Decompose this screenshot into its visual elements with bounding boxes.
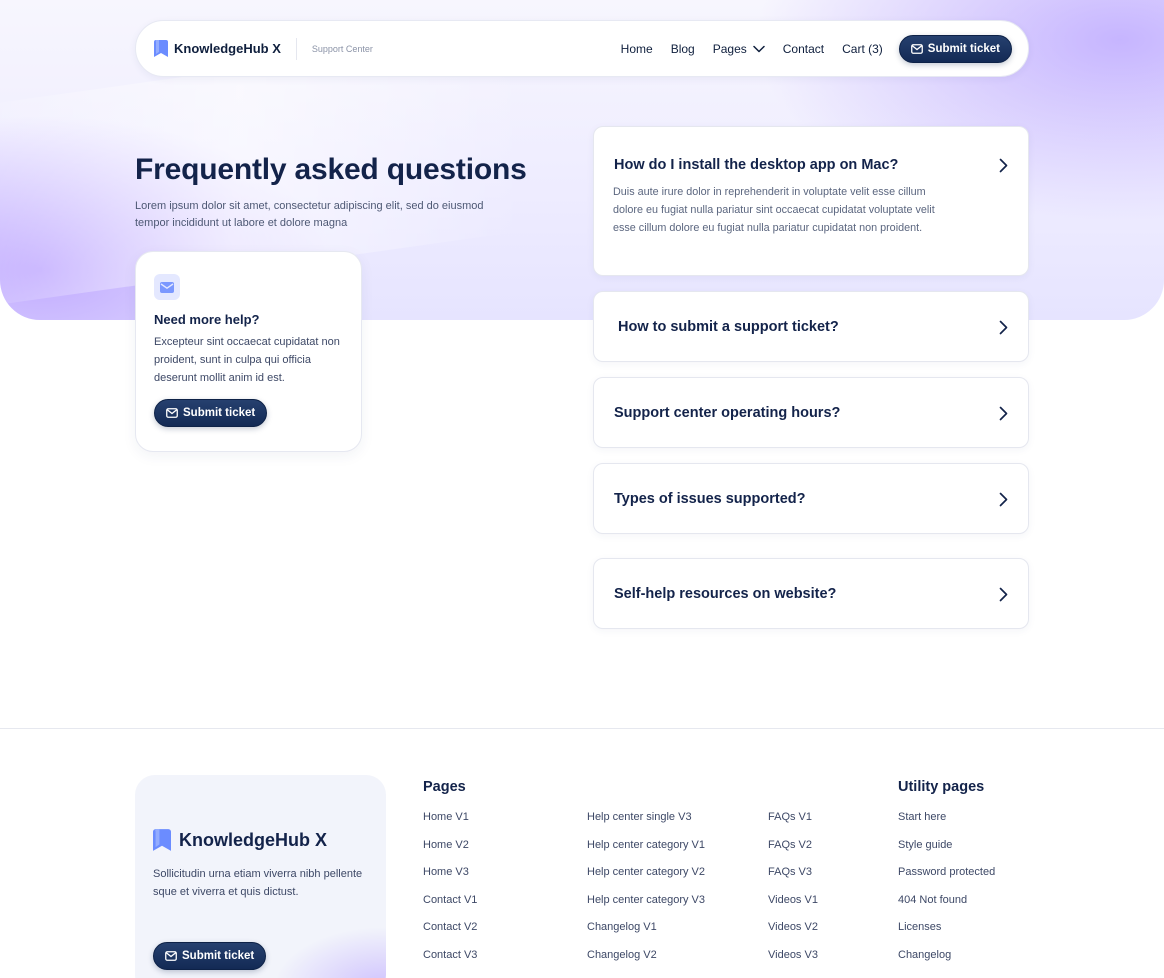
footer-link[interactable]: 404 Not found [898, 893, 995, 921]
footer-link[interactable]: Changelog [898, 948, 995, 976]
footer-brand-card: KnowledgeHub X Sollicitudin urna etiam v… [135, 775, 386, 978]
brand-subtitle: Support Center [311, 43, 373, 54]
footer-link[interactable]: Changelog V2 [587, 948, 705, 976]
mail-icon [910, 43, 923, 54]
help-submit-ticket-button[interactable]: Submit ticket [154, 399, 268, 427]
footer-link[interactable]: Password protected [898, 865, 995, 893]
faq-item-self-help[interactable]: Self-help resources on website? [593, 558, 1029, 629]
footer-link[interactable]: Help center category V2 [587, 865, 705, 893]
footer-pages-column-1: Home V1 Home V2 Home V3 Contact V1 Conta… [423, 810, 477, 976]
nav-link-pages-label: Pages [712, 41, 747, 56]
faq-item-issue-types[interactable]: Types of issues supported? [593, 463, 1029, 534]
faq-answer: Duis aute irure dolor in reprehenderit i… [613, 186, 935, 234]
chevron-right-icon [999, 492, 1008, 507]
footer-link[interactable]: FAQs V1 [768, 810, 818, 838]
brand[interactable]: KnowledgeHub X Support Center [154, 37, 373, 60]
nav-submit-ticket-label: Submit ticket [927, 42, 1000, 55]
footer-pages-column-2: Help center single V3 Help center catego… [587, 810, 705, 976]
footer-link[interactable]: Help center category V3 [587, 893, 705, 921]
footer-link[interactable]: Home V1 [423, 810, 477, 838]
footer-description: Sollicitudin urna etiam viverra nibh pel… [153, 868, 363, 898]
help-submit-ticket-label: Submit ticket [183, 407, 256, 419]
help-card-title: Need more help? [154, 312, 260, 327]
faq-question: Types of issues supported? [614, 491, 806, 507]
help-card-text: Excepteur sint occaecat cupidatat non pr… [154, 336, 340, 384]
nav-link-cart[interactable]: Cart (3) [842, 42, 883, 56]
nav-links: Home Blog Pages Contact Cart (3) [621, 42, 883, 56]
faq-item-submit-ticket[interactable]: How to submit a support ticket? [593, 291, 1029, 362]
footer-link[interactable]: Start here [898, 810, 995, 838]
nav-link-pages[interactable]: Pages [713, 42, 765, 56]
nav-submit-ticket-button[interactable]: Submit ticket [898, 34, 1012, 63]
faq-question: Self-help resources on website? [614, 586, 837, 602]
footer-brand[interactable]: KnowledgeHub X [153, 829, 368, 851]
footer-link[interactable]: Changelog V1 [587, 920, 705, 948]
top-navbar: KnowledgeHub X Support Center Home Blog … [135, 20, 1029, 77]
chevron-right-icon [999, 320, 1008, 335]
faq-question: How to submit a support ticket? [618, 319, 839, 335]
brand-name: KnowledgeHub X [174, 41, 281, 56]
footer-submit-ticket-label: Submit ticket [182, 950, 255, 962]
faq-question: How do I install the desktop app on Mac? [614, 157, 899, 173]
chevron-right-icon [999, 587, 1008, 602]
nav-link-home[interactable]: Home [621, 42, 653, 56]
footer-link[interactable]: FAQs V3 [768, 865, 818, 893]
footer-link[interactable]: Licenses [898, 920, 995, 948]
bookmark-logo-icon [154, 40, 168, 57]
footer-utility-column: Start here Style guide Password protecte… [898, 810, 995, 976]
mail-icon [166, 408, 178, 418]
footer-brand-name: KnowledgeHub X [179, 829, 327, 850]
footer-pages-column-3: FAQs V1 FAQs V2 FAQs V3 Videos V1 Videos… [768, 810, 818, 976]
footer-submit-ticket-button[interactable]: Submit ticket [153, 942, 267, 970]
footer-link[interactable]: Home V2 [423, 838, 477, 866]
footer-link[interactable]: Style guide [898, 838, 995, 866]
footer-link[interactable]: Videos V1 [768, 893, 818, 921]
help-card: Need more help? Excepteur sint occaecat … [135, 251, 362, 452]
faq-item-operating-hours[interactable]: Support center operating hours? [593, 377, 1029, 448]
chevron-down-icon [753, 45, 765, 52]
footer-link[interactable]: Videos V3 [768, 948, 818, 976]
nav-link-contact[interactable]: Contact [783, 42, 824, 56]
footer-link[interactable]: Contact V1 [423, 893, 477, 921]
footer-link[interactable]: Help center single V3 [587, 810, 705, 838]
footer-link[interactable]: Help center category V1 [587, 838, 705, 866]
faq-item-install-mac[interactable]: How do I install the desktop app on Mac?… [593, 126, 1029, 276]
footer-pages-title: Pages [423, 779, 466, 795]
footer-link[interactable]: Contact V3 [423, 948, 477, 976]
chevron-right-icon [999, 406, 1008, 421]
footer-utility-title: Utility pages [898, 779, 985, 795]
footer-link[interactable]: Videos V2 [768, 920, 818, 948]
brand-divider [295, 37, 297, 60]
footer-link[interactable]: FAQs V2 [768, 838, 818, 866]
mail-badge-icon [154, 274, 180, 300]
nav-link-blog[interactable]: Blog [671, 42, 695, 56]
mail-icon [165, 951, 177, 961]
chevron-right-icon [999, 158, 1008, 173]
hero-description: Lorem ipsum dolor sit amet, consectetur … [135, 200, 484, 229]
footer-link[interactable]: Contact V2 [423, 920, 477, 948]
footer-divider [0, 728, 1164, 729]
footer-link[interactable]: Home V3 [423, 865, 477, 893]
bookmark-logo-icon [153, 829, 171, 851]
page-title: Frequently asked questions [135, 153, 527, 186]
faq-question: Support center operating hours? [614, 405, 841, 421]
